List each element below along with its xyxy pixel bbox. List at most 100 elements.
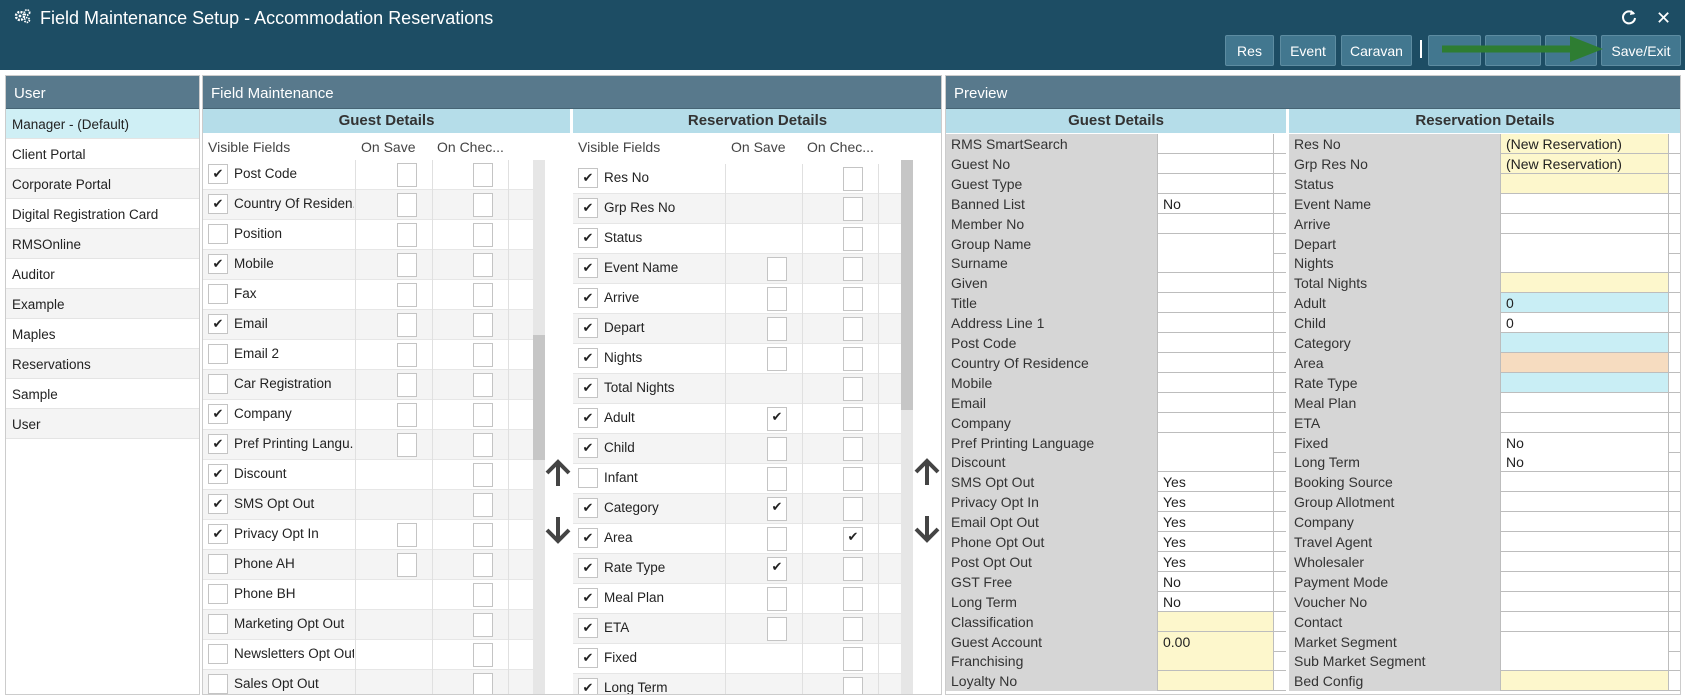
preview-value[interactable] (1157, 392, 1274, 413)
visible-checkbox[interactable]: ✔ (578, 438, 598, 458)
preview-value[interactable] (1500, 472, 1669, 493)
on-check-checkbox[interactable] (843, 227, 863, 251)
preview-value[interactable] (1500, 193, 1669, 214)
on-save-checkbox[interactable]: ✔ (767, 497, 787, 521)
caravan-button[interactable]: Caravan (1341, 35, 1412, 66)
on-check-checkbox[interactable] (843, 347, 863, 371)
visible-checkbox[interactable]: ✔ (578, 288, 598, 308)
preview-value[interactable] (1500, 492, 1669, 513)
on-check-checkbox[interactable] (473, 433, 493, 457)
user-list-item[interactable]: Maples (6, 319, 199, 349)
preview-value[interactable]: No (1500, 432, 1669, 453)
visible-checkbox[interactable]: ✔ (578, 348, 598, 368)
preview-value[interactable] (1157, 213, 1274, 234)
preview-value[interactable]: 0 (1500, 313, 1669, 334)
on-check-checkbox[interactable] (473, 163, 493, 187)
on-check-checkbox[interactable] (843, 407, 863, 431)
user-list-item[interactable]: Client Portal (6, 139, 199, 169)
vertical-scrollbar[interactable] (533, 160, 545, 694)
preview-value[interactable] (1157, 333, 1274, 353)
on-check-checkbox[interactable] (843, 587, 863, 611)
preview-value[interactable]: 0.00 (1157, 631, 1274, 652)
on-check-checkbox[interactable] (473, 373, 493, 397)
preview-value[interactable] (1157, 671, 1274, 692)
on-check-checkbox[interactable] (843, 497, 863, 521)
on-save-checkbox[interactable] (397, 223, 417, 247)
preview-value[interactable] (1157, 651, 1274, 672)
on-check-checkbox[interactable] (473, 493, 493, 517)
on-save-checkbox[interactable] (767, 467, 787, 491)
on-check-checkbox[interactable] (843, 317, 863, 341)
event-button[interactable]: Event (1280, 35, 1336, 66)
on-save-checkbox[interactable] (767, 317, 787, 341)
user-list-item[interactable]: Auditor (6, 259, 199, 289)
on-check-checkbox[interactable] (473, 613, 493, 637)
preview-value[interactable] (1500, 611, 1669, 632)
visible-checkbox[interactable] (208, 674, 228, 694)
on-check-checkbox[interactable] (843, 197, 863, 221)
on-check-checkbox[interactable] (843, 437, 863, 461)
preview-value[interactable]: (New Reservation) (1500, 134, 1669, 154)
on-save-checkbox[interactable] (397, 193, 417, 217)
on-check-checkbox[interactable] (843, 557, 863, 581)
visible-checkbox[interactable] (208, 554, 228, 574)
visible-checkbox[interactable]: ✔ (578, 378, 598, 398)
preview-value[interactable] (1157, 293, 1274, 314)
visible-checkbox[interactable] (208, 344, 228, 364)
visible-checkbox[interactable] (208, 614, 228, 634)
on-check-checkbox[interactable] (473, 643, 493, 667)
on-save-checkbox[interactable] (767, 257, 787, 281)
visible-checkbox[interactable] (208, 374, 228, 394)
user-list-item[interactable]: Reservations (6, 349, 199, 379)
visible-checkbox[interactable]: ✔ (208, 464, 228, 484)
preview-value[interactable] (1500, 551, 1669, 572)
user-list-item[interactable]: RMSOnline (6, 229, 199, 259)
on-check-checkbox[interactable] (473, 553, 493, 577)
visible-checkbox[interactable] (208, 584, 228, 604)
user-list-item[interactable]: Corporate Portal (6, 169, 199, 199)
preview-value[interactable] (1500, 233, 1669, 254)
preview-value[interactable]: Yes (1157, 512, 1274, 533)
on-save-checkbox[interactable] (397, 523, 417, 547)
preview-value[interactable] (1500, 213, 1669, 234)
on-check-checkbox[interactable] (843, 467, 863, 491)
on-check-checkbox[interactable]: ✔ (843, 527, 863, 551)
res-button[interactable]: Res (1225, 35, 1274, 66)
preview-value[interactable] (1500, 651, 1669, 672)
scrollbar-thumb[interactable] (533, 335, 545, 460)
move-down-arrow-icon[interactable] (545, 516, 571, 551)
vertical-scrollbar[interactable] (901, 160, 913, 694)
visible-checkbox[interactable]: ✔ (578, 618, 598, 638)
close-icon[interactable]: ✕ (1656, 8, 1671, 29)
on-check-checkbox[interactable] (473, 223, 493, 247)
preview-value[interactable]: Yes (1157, 492, 1274, 513)
on-check-checkbox[interactable] (473, 673, 493, 694)
preview-value[interactable] (1157, 452, 1274, 473)
on-save-checkbox[interactable] (397, 553, 417, 577)
on-check-checkbox[interactable] (473, 343, 493, 367)
visible-checkbox[interactable]: ✔ (208, 164, 228, 184)
on-save-checkbox[interactable] (397, 283, 417, 307)
on-save-checkbox[interactable]: ✔ (767, 557, 787, 581)
on-check-checkbox[interactable] (473, 193, 493, 217)
preview-value[interactable] (1157, 352, 1274, 373)
on-check-checkbox[interactable] (473, 403, 493, 427)
on-save-checkbox[interactable] (767, 287, 787, 311)
preview-value[interactable]: No (1157, 591, 1274, 612)
on-save-checkbox[interactable] (397, 403, 417, 427)
on-check-checkbox[interactable] (473, 253, 493, 277)
preview-value[interactable] (1500, 273, 1669, 294)
visible-checkbox[interactable] (208, 224, 228, 244)
visible-checkbox[interactable] (578, 468, 598, 488)
user-list-item[interactable]: User (6, 409, 199, 439)
on-save-checkbox[interactable] (767, 437, 787, 461)
visible-checkbox[interactable] (208, 644, 228, 664)
preview-value[interactable] (1500, 253, 1669, 274)
visible-checkbox[interactable]: ✔ (578, 198, 598, 218)
on-save-checkbox[interactable]: ✔ (767, 407, 787, 431)
on-save-checkbox[interactable] (397, 163, 417, 187)
on-save-checkbox[interactable] (397, 373, 417, 397)
refresh-icon[interactable] (1620, 8, 1638, 31)
on-save-checkbox[interactable] (767, 617, 787, 641)
visible-checkbox[interactable]: ✔ (578, 648, 598, 668)
